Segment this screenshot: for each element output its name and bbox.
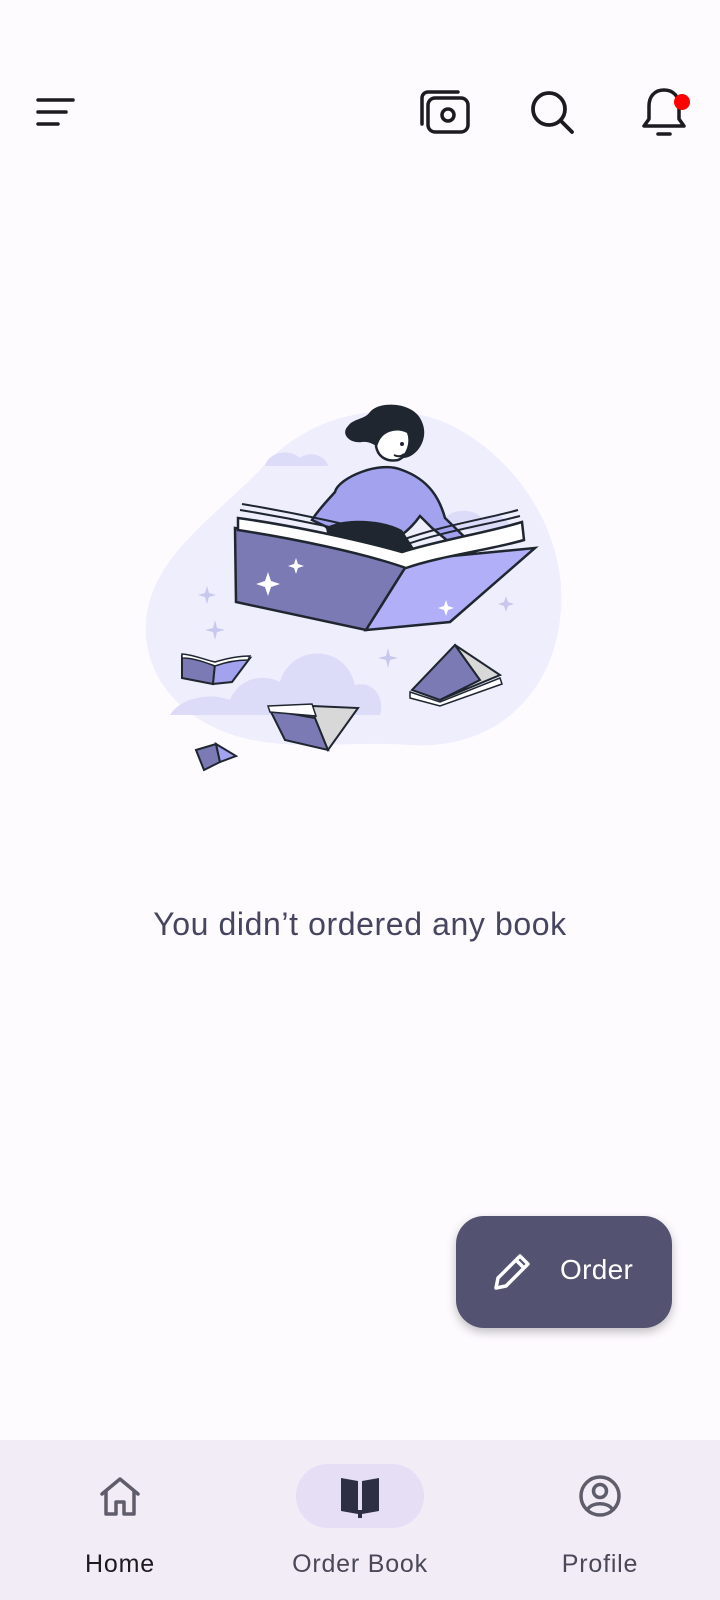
order-fab-label: Order: [560, 1254, 634, 1285]
top-app-bar: [0, 70, 720, 154]
woman-reading-flying-book-illustration: [145, 404, 562, 772]
pencil-icon: [494, 1254, 530, 1290]
nav-item-profile[interactable]: Profile: [480, 1440, 720, 1600]
book-icon: [341, 1478, 379, 1518]
home-icon: [100, 1477, 140, 1516]
empty-state-message: You didn’t ordered any book: [153, 906, 567, 942]
order-fab[interactable]: Order: [456, 1216, 672, 1328]
camera-button[interactable]: [408, 76, 480, 148]
search-button[interactable]: [516, 76, 588, 148]
nav-item-home[interactable]: Home: [0, 1440, 240, 1600]
order-book-screen: You didn’t ordered any book Order Home O…: [0, 0, 720, 1600]
bottom-navigation: Home Order Book Profile: [0, 1440, 720, 1600]
camera-icon: [420, 90, 470, 134]
menu-button[interactable]: [20, 76, 92, 148]
search-icon: [531, 91, 574, 134]
notification-badge: [674, 94, 690, 110]
nav-label-home: Home: [85, 1550, 155, 1578]
menu-icon: [36, 98, 75, 126]
nav-label-order-book: Order Book: [292, 1550, 428, 1578]
empty-state-illustration: [140, 400, 580, 800]
nav-label-profile: Profile: [561, 1550, 639, 1578]
profile-icon: [579, 1475, 621, 1517]
notifications-button[interactable]: [628, 76, 700, 148]
nav-item-order-book[interactable]: Order Book: [240, 1440, 480, 1600]
